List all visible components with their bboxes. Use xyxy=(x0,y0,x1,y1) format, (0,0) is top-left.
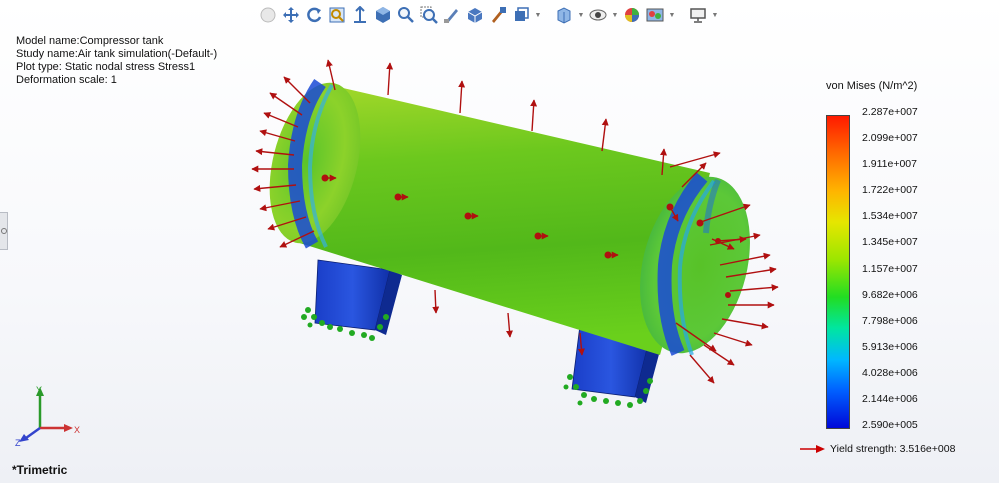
zoom-area-icon[interactable] xyxy=(350,5,370,25)
triad-y-label: Y xyxy=(36,385,42,395)
chevron-down-icon[interactable]: ▼ xyxy=(577,5,585,25)
chevron-down-icon[interactable]: ▼ xyxy=(534,5,542,25)
hide-show-icon[interactable] xyxy=(554,5,574,25)
yield-strength-indicator: Yield strength: 3.516e+008 xyxy=(800,443,955,455)
zoom-to-fit-icon[interactable] xyxy=(327,5,347,25)
chevron-down-icon[interactable]: ▼ xyxy=(711,5,719,25)
tank-support-left xyxy=(314,259,402,335)
legend-label: 5.913e+006 xyxy=(862,340,918,353)
apply-scene-icon[interactable] xyxy=(622,5,642,25)
legend-label: 9.682e+006 xyxy=(862,288,918,301)
zoom-out-icon[interactable] xyxy=(419,5,439,25)
zoom-in-icon[interactable] xyxy=(396,5,416,25)
edit-scene-icon[interactable] xyxy=(645,5,665,25)
legend-label: 1.534e+007 xyxy=(862,210,918,223)
legend-label: 1.157e+007 xyxy=(862,262,918,275)
display-type-icon[interactable] xyxy=(511,5,531,25)
view-settings-icon[interactable] xyxy=(588,5,608,25)
legend-label: 2.590e+005 xyxy=(862,419,918,432)
plot-type: Plot type: Static nodal stress Stress1 xyxy=(16,61,196,73)
section-view-icon[interactable] xyxy=(465,5,485,25)
legend-label: 2.287e+007 xyxy=(862,106,918,118)
dynamic-annotation-icon[interactable] xyxy=(488,5,508,25)
legend-labels: 2.287e+007 2.099e+007 1.911e+007 1.722e+… xyxy=(862,106,918,445)
chevron-down-icon[interactable]: ▼ xyxy=(668,5,676,25)
triad-x-label: X xyxy=(74,425,80,435)
monitor-icon[interactable] xyxy=(688,5,708,25)
legend-label: 4.028e+006 xyxy=(862,366,918,379)
yield-arrow-icon xyxy=(800,445,825,453)
move-icon[interactable] xyxy=(281,5,301,25)
rotate-icon[interactable] xyxy=(304,5,324,25)
legend-label: 2.099e+007 xyxy=(862,132,918,145)
study-name: Study name:Air tank simulation(-Default-… xyxy=(16,48,218,60)
view-orientation-label: *Trimetric xyxy=(12,463,68,477)
display-style-icon[interactable] xyxy=(258,5,278,25)
edit-appearance-icon[interactable] xyxy=(442,5,462,25)
legend-label: 1.345e+007 xyxy=(862,236,918,249)
legend-label: 7.798e+006 xyxy=(862,314,918,327)
view-orientation-icon[interactable] xyxy=(373,5,393,25)
model-name: Model name:Compressor tank xyxy=(16,35,164,47)
deformation-scale: Deformation scale: 1 xyxy=(16,74,117,86)
stress-plot-model[interactable] xyxy=(240,55,790,410)
side-panel-toggle[interactable] xyxy=(0,212,8,250)
stress-color-scale xyxy=(826,115,850,429)
legend-title: von Mises (N/m^2) xyxy=(826,80,918,92)
coordinate-triad: Y X Z xyxy=(15,385,80,448)
triad-z-label: Z xyxy=(15,438,21,448)
legend-label: 1.722e+007 xyxy=(862,184,918,197)
legend-label: 1.911e+007 xyxy=(862,158,917,171)
chevron-down-icon[interactable]: ▼ xyxy=(611,5,619,25)
yield-strength-label: Yield strength: 3.516e+008 xyxy=(830,443,956,455)
plot-info: Model name:Compressor tank Study name:Ai… xyxy=(16,35,217,87)
legend-label: 2.144e+006 xyxy=(862,393,918,406)
heads-up-view-toolbar: ▼ ▼ ▼ ▼ ▼ xyxy=(258,3,719,27)
